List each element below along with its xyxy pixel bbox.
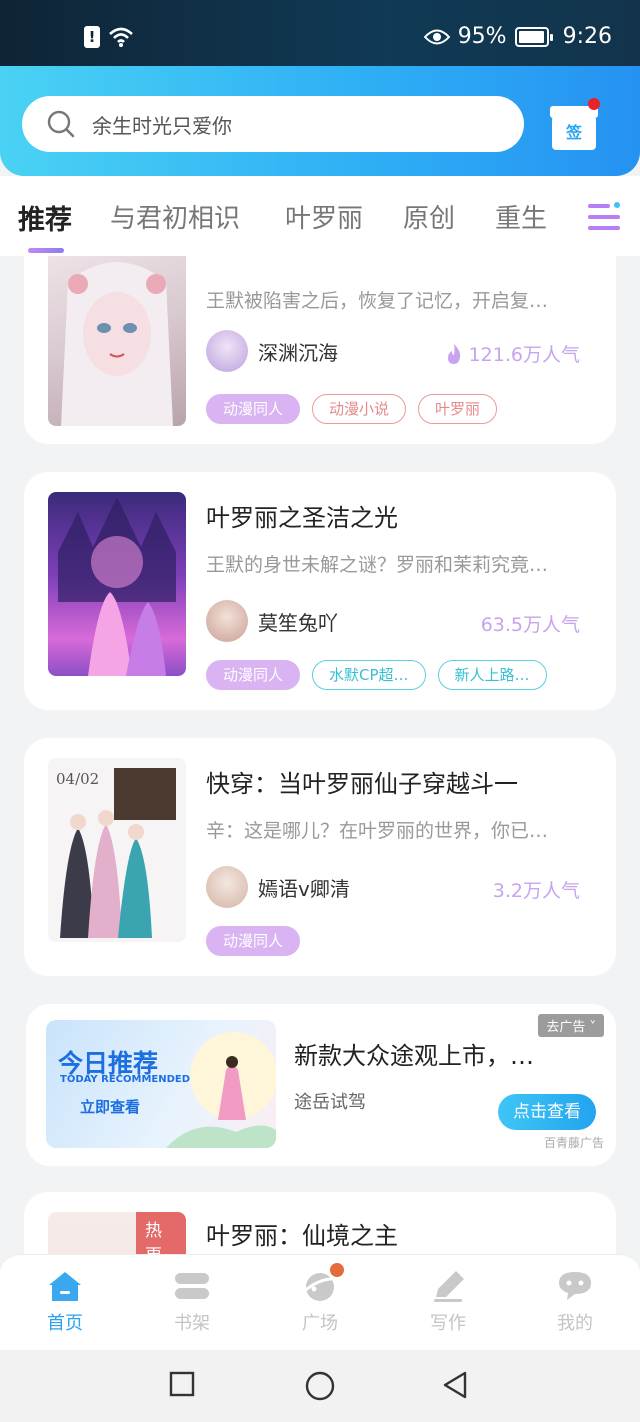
ad-title: 新款大众途观上市，… [294,1042,534,1070]
alert-icon: ! [84,26,100,48]
popularity-count: 63.5万人气 [480,614,580,636]
hot-update-badge: 热更 [136,1212,186,1254]
book-title: 叶罗丽：仙境之主 [206,1222,398,1250]
tag[interactable]: 动漫同人 [206,394,301,424]
search-bar[interactable]: 余生时光只爱你 [22,96,524,152]
tag-list: 动漫同人 水默CP超… 新人上路… [206,660,547,690]
avatar [206,600,248,642]
bottom-nav: 首页 书架 广场 写作 我的 [0,1254,640,1350]
book-description: 辛：这是哪儿？在叶罗丽的世界，你已… [206,820,549,842]
pen-icon [428,1269,468,1303]
book-feed: 王默被陷害之后，恢复了记忆，开启复… 深渊沉海 121.6万人气 动漫同人 动漫… [0,256,640,1254]
avatar [206,866,248,908]
author-name: 深渊沉海 [258,340,338,365]
nav-home[interactable]: 首页 [25,1269,105,1335]
recent-apps-icon[interactable] [168,1370,196,1398]
book-author[interactable]: 莫笙兔吖 [206,600,338,642]
header: 余生时光只爱你 签 [0,66,640,176]
nav-profile[interactable]: 我的 [535,1269,615,1335]
system-nav-bar [0,1350,640,1422]
status-bar: ! 95% 9:26 [0,0,640,66]
remove-ad-button[interactable]: 去广告 ˅ [538,1014,604,1037]
nav-label: 我的 [557,1313,593,1334]
tag[interactable]: 水默CP超… [312,660,426,690]
category-tabs: 推荐 与君初相识 叶罗丽 原创 重生 [0,176,640,256]
tag[interactable]: 新人上路… [437,660,547,690]
book-cover[interactable] [48,492,186,676]
search-placeholder: 余生时光只爱你 [92,113,232,138]
book-title: 叶罗丽之圣洁之光 [206,504,398,532]
bookshelf-icon [172,1269,212,1303]
ad-image[interactable]: 今日推荐 TODAY RECOMMENDED 立即查看 [46,1020,276,1148]
book-cover[interactable]: 热更 [48,1212,186,1254]
popularity: 63.5万人气 [481,610,580,637]
book-description: 王默被陷害之后，恢复了记忆，开启复… [206,290,549,312]
tab-indicator [28,248,64,253]
book-author[interactable]: 深渊沉海 [206,330,338,372]
ad-subtitle: 途岳试驾 [294,1092,366,1113]
tag-list: 动漫同人 [206,926,301,956]
book-title: 快穿：当叶罗丽仙子穿越斗一 [206,770,518,798]
book-card[interactable]: 叶罗丽之圣洁之光 王默的身世未解之谜？罗丽和茉莉究竟… 莫笙兔吖 63.5万人气… [24,472,616,710]
book-cover[interactable]: 04/02 [48,758,186,942]
search-icon [47,110,75,138]
ad-view-button[interactable]: 点击查看 [498,1094,596,1130]
book-cover[interactable] [48,256,186,426]
tag-list: 动漫同人 动漫小说 叶罗丽 [206,394,498,424]
nav-label: 广场 [302,1313,338,1334]
popularity-count: 121.6万人气 [468,344,580,366]
tab-original[interactable]: 原创 [403,198,455,235]
nav-plaza[interactable]: 广场 [280,1263,360,1335]
eye-icon [423,29,450,44]
book-card[interactable]: 热更 叶罗丽：仙境之主 [24,1192,616,1254]
clock: 9:26 [562,24,612,49]
signin-label: 签 [552,116,596,150]
popularity-count: 3.2万人气 [492,880,580,902]
tab-rebirth[interactable]: 重生 [495,198,547,235]
tag[interactable]: 叶罗丽 [418,394,498,424]
author-name: 嫣语v卿清 [258,876,350,901]
book-author[interactable]: 嫣语v卿清 [206,866,350,908]
avatar [206,330,248,372]
profile-icon [555,1269,595,1303]
popularity: 121.6万人气 [445,340,580,367]
signin-gift-button[interactable]: 签 [550,98,600,150]
tag[interactable]: 动漫同人 [206,660,301,690]
nav-label: 书架 [174,1313,210,1334]
book-description: 王默的身世未解之谜？罗丽和茉莉究竟… [206,554,549,576]
book-card[interactable]: 04/02 快穿：当叶罗丽仙子穿越斗一 辛：这是哪儿？在叶罗丽的世界，你已… 嫣… [24,738,616,976]
tab-recommend[interactable]: 推荐 [18,198,72,237]
home-button-icon[interactable] [304,1370,336,1402]
tag[interactable]: 动漫小说 [312,394,407,424]
battery-percent: 95% [457,24,507,49]
tab-yujunchuxiangshi[interactable]: 与君初相识 [110,198,240,235]
nav-label: 写作 [430,1313,466,1334]
category-menu-icon[interactable] [588,202,620,232]
planet-icon [300,1263,344,1303]
popularity: 3.2万人气 [493,876,580,903]
battery-icon [514,26,553,47]
nav-write[interactable]: 写作 [408,1269,488,1335]
wifi-icon [109,27,133,47]
back-icon[interactable] [440,1370,470,1400]
tab-yeluoli[interactable]: 叶罗丽 [285,198,363,235]
ad-source: 百青藤广告 [543,1136,604,1150]
ad-card[interactable]: 今日推荐 TODAY RECOMMENDED 立即查看 新款大众途观上市，… 途… [26,1004,616,1166]
home-icon [45,1269,85,1303]
notification-dot [330,1263,344,1277]
book-card[interactable]: 王默被陷害之后，恢复了记忆，开启复… 深渊沉海 121.6万人气 动漫同人 动漫… [24,256,616,444]
tag[interactable]: 动漫同人 [206,926,301,956]
author-name: 莫笙兔吖 [258,610,338,635]
notification-dot [588,98,600,110]
nav-bookshelf[interactable]: 书架 [152,1269,232,1335]
flame-icon [447,343,460,364]
nav-label: 首页 [47,1313,83,1334]
